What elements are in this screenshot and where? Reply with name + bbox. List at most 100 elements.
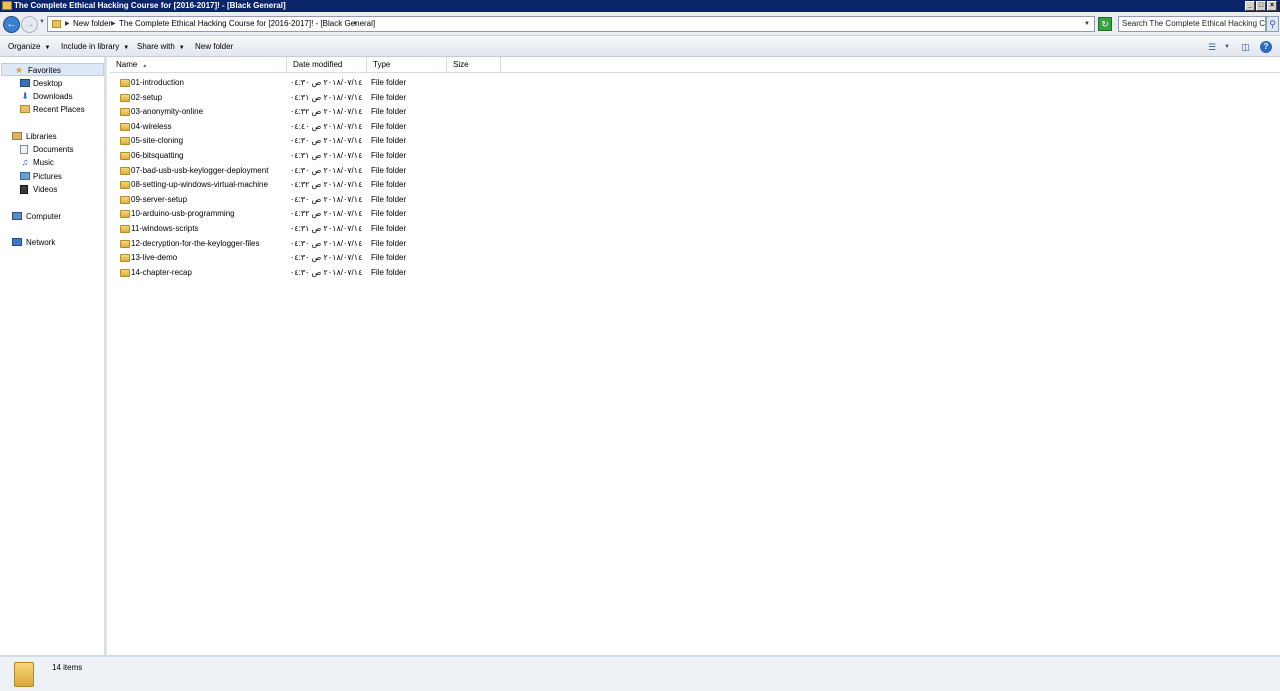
table-row[interactable]: 08-setting-up-windows-virtual-machine ٢٠… <box>110 178 510 192</box>
recent-pages-dropdown[interactable]: ▼ <box>39 19 45 25</box>
file-name: 09-server-setup <box>131 194 188 204</box>
item-count: 14 items <box>52 663 83 672</box>
chevron-right-icon[interactable]: ▶ <box>111 17 116 31</box>
window-title: The Complete Ethical Hacking Course for … <box>14 1 286 10</box>
address-history-dropdown[interactable]: ▼ <box>1084 17 1090 31</box>
folder-icon <box>120 195 130 204</box>
file-name: 08-setting-up-windows-virtual-machine <box>131 180 268 190</box>
table-row[interactable]: 05-site-cloning ٢٠١٨/٠٧/١٤ ص ٠٤:٣٠ File … <box>110 134 510 148</box>
nav-favorites-label: Favorites <box>28 66 61 75</box>
folder-icon <box>120 93 130 102</box>
file-type: File folder <box>371 165 407 175</box>
back-button[interactable]: ← <box>3 16 20 33</box>
address-bar[interactable]: ▶ New folder ▶ The Complete Ethical Hack… <box>47 16 1095 32</box>
file-type: File folder <box>371 180 407 190</box>
file-name: 01-introduction <box>131 78 184 87</box>
column-header-date-modified[interactable]: Date modified <box>287 57 367 73</box>
folder-icon <box>120 181 130 190</box>
table-row[interactable]: 12-decryption-for-the-keylogger-files ٢٠… <box>110 237 510 251</box>
column-header-size[interactable]: Size <box>447 57 501 73</box>
new-folder-button[interactable]: New folder <box>195 37 233 57</box>
column-header-type[interactable]: Type <box>367 57 447 73</box>
table-row[interactable]: 13-live-demo ٢٠١٨/٠٧/١٤ ص ٠٤:٣٠ File fol… <box>110 251 510 265</box>
file-name: 12-decryption-for-the-keylogger-files <box>131 238 260 248</box>
table-row[interactable]: 11-windows-scripts ٢٠١٨/٠٧/١٤ ص ٠٤:٣١ Fi… <box>110 222 510 236</box>
include-in-library-button[interactable]: Include in library ▼ <box>61 37 129 58</box>
table-row[interactable]: 01-introduction ٢٠١٨/٠٧/١٤ ص ٠٤:٣٠ File … <box>110 76 510 90</box>
nav-favorites[interactable]: ★ Favorites <box>1 63 104 76</box>
folder-icon <box>120 225 130 233</box>
chevron-down-icon: ▼ <box>44 45 51 51</box>
organize-button[interactable]: Organize ▼ <box>8 37 50 58</box>
file-date: ٢٠١٨/٠٧/١٤ ص ٠٤:٣١ <box>290 224 363 233</box>
chevron-right-icon[interactable]: ▶ <box>65 17 70 31</box>
table-row[interactable]: 07-bad-usb-usb-keylogger-deployment ٢٠١٨… <box>110 164 510 178</box>
breadcrumb-current-folder[interactable]: The Complete Ethical Hacking Course for … <box>119 17 375 31</box>
nav-desktop[interactable]: Desktop <box>0 77 104 90</box>
file-name: 13-live-demo <box>131 253 178 263</box>
pictures-icon <box>20 172 30 180</box>
pane-splitter[interactable] <box>105 57 107 655</box>
table-row[interactable]: 06-bitsquatting ٢٠١٨/٠٧/١٤ ص ٠٤:٣١ File … <box>110 149 510 163</box>
search-input[interactable]: Search The Complete Ethical Hacking C... <box>1118 16 1266 32</box>
column-header-name-label: Name <box>116 60 138 69</box>
nav-libraries[interactable]: Libraries <box>0 130 104 143</box>
nav-documents[interactable]: Documents <box>0 143 104 156</box>
file-type: File folder <box>371 224 407 233</box>
file-name: 07-bad-usb-usb-keylogger-deployment <box>131 165 269 175</box>
minimize-button[interactable]: _ <box>1245 1 1255 11</box>
libraries-icon <box>12 132 22 140</box>
share-with-button[interactable]: Share with ▼ <box>137 37 185 58</box>
nav-downloads[interactable]: ⬇ Downloads <box>0 90 104 103</box>
help-icon[interactable]: ? <box>1260 41 1272 53</box>
navigation-pane: ★ Favorites Desktop ⬇ Downloads Recent P… <box>0 57 105 655</box>
table-row[interactable]: 03-anonymity-online ٢٠١٨/٠٧/١٤ ص ٠٤:٣٢ F… <box>110 105 510 119</box>
file-type: File folder <box>371 253 407 263</box>
folder-icon <box>120 79 130 87</box>
table-row[interactable]: 04-wireless ٢٠١٨/٠٧/١٤ ص ٠٤:٤٠ File fold… <box>110 120 510 134</box>
folder-icon <box>120 268 130 277</box>
file-type: File folder <box>371 121 407 131</box>
file-date: ٢٠١٨/٠٧/١٤ ص ٠٤:٣٢ <box>290 107 363 117</box>
nav-computer[interactable]: Computer <box>0 210 104 223</box>
table-row[interactable]: 10-arduino-usb-programming ٢٠١٨/٠٧/١٤ ص … <box>110 207 510 221</box>
refresh-button[interactable]: ↻ <box>1098 17 1112 31</box>
table-row[interactable]: 09-server-setup ٢٠١٨/٠٧/١٤ ص ٠٤:٣٠ File … <box>110 193 510 207</box>
preview-pane-icon[interactable]: ◫ <box>1239 41 1252 53</box>
maximize-button[interactable]: □ <box>1256 1 1266 11</box>
folder-icon <box>120 210 130 219</box>
file-date: ٢٠١٨/٠٧/١٤ ص ٠٤:٤٠ <box>290 121 363 131</box>
file-date: ٢٠١٨/٠٧/١٤ ص ٠٤:٣٠ <box>290 78 363 87</box>
nav-videos[interactable]: Videos <box>0 183 104 196</box>
chevron-down-icon: ▼ <box>178 45 185 51</box>
close-button[interactable]: × <box>1267 1 1277 11</box>
view-options-dropdown[interactable]: ▼ <box>1222 41 1232 53</box>
forward-button[interactable]: → <box>21 16 38 33</box>
nav-pictures[interactable]: Pictures <box>0 170 104 183</box>
search-icon[interactable]: ⚲ <box>1266 16 1279 32</box>
nav-desktop-label: Desktop <box>33 79 63 88</box>
breadcrumb-new-folder[interactable]: New folder <box>73 17 111 31</box>
column-header-name[interactable]: Name ▲ <box>110 57 287 73</box>
folder-icon <box>120 137 130 146</box>
file-date: ٢٠١٨/٠٧/١٤ ص ٠٤:٣٠ <box>290 194 363 204</box>
file-type: File folder <box>371 92 407 102</box>
file-name: 04-wireless <box>131 121 172 131</box>
file-name: 03-anonymity-online <box>131 107 204 117</box>
include-in-library-label: Include in library <box>61 42 120 51</box>
table-row[interactable]: 02-setup ٢٠١٨/٠٧/١٤ ص ٠٤:٣١ File folder <box>110 91 510 105</box>
chevron-down-icon[interactable]: ▼ <box>352 17 358 31</box>
nav-recent-places[interactable]: Recent Places <box>0 103 104 116</box>
chevron-down-icon: ▼ <box>123 45 130 51</box>
table-row[interactable]: 14-chapter-recap ٢٠١٨/٠٧/١٤ ص ٠٤:٣٠ File… <box>110 266 510 280</box>
desktop-icon <box>20 79 30 87</box>
computer-icon <box>12 212 22 220</box>
change-view-icon[interactable]: ☰ <box>1206 41 1218 53</box>
file-date: ٢٠١٨/٠٧/١٤ ص ٠٤:٣٠ <box>290 238 363 248</box>
file-type: File folder <box>371 267 407 277</box>
file-type: File folder <box>371 238 407 248</box>
nav-music[interactable]: ♫ Music <box>0 156 104 169</box>
nav-network[interactable]: Network <box>0 236 104 249</box>
file-date: ٢٠١٨/٠٧/١٤ ص ٠٤:٣٠ <box>290 165 363 175</box>
nav-network-label: Network <box>26 238 56 247</box>
